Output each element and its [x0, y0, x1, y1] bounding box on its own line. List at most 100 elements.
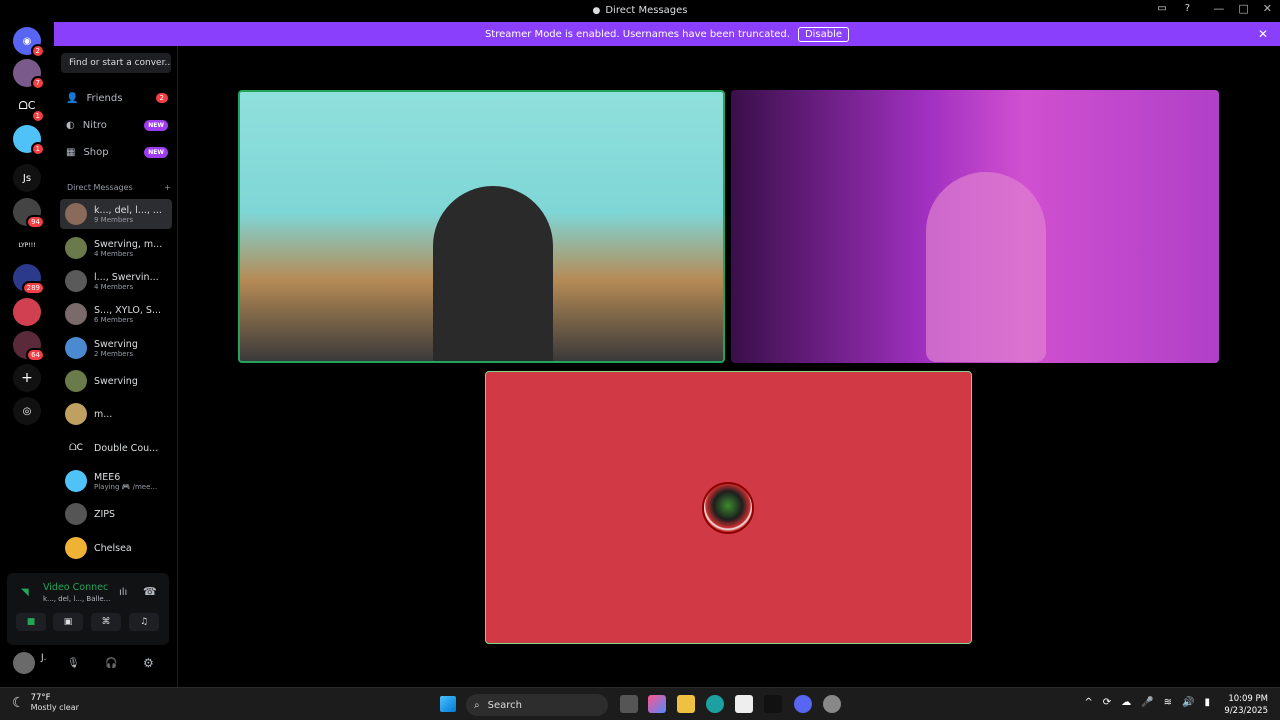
- voice-status[interactable]: Video Connec: [43, 582, 108, 593]
- dm-item[interactable]: ZIPS: [60, 499, 172, 529]
- cloud-icon[interactable]: ☁: [1121, 697, 1131, 708]
- dm-item[interactable]: Chelsea: [60, 533, 172, 563]
- search-icon: ⌕: [474, 699, 480, 711]
- help-icon[interactable]: ?: [1185, 3, 1190, 14]
- battery-icon[interactable]: ▮: [1204, 697, 1210, 708]
- close-banner-icon[interactable]: ✕: [1258, 27, 1268, 41]
- gear-icon[interactable]: ⚙: [143, 656, 154, 670]
- dm-item[interactable]: ᗝC Double Cou...: [60, 433, 172, 463]
- disconnect-icon[interactable]: ☎: [143, 585, 157, 598]
- disable-streamer-button[interactable]: Disable: [797, 26, 850, 42]
- maximize-button[interactable]: □: [1238, 2, 1248, 15]
- server-icon-2[interactable]: ᗝC 1: [13, 92, 45, 123]
- user-name[interactable]: J.: [41, 653, 47, 663]
- dm-name: k..., del, l..., ...: [94, 204, 162, 216]
- mic-tray-icon[interactable]: 🎤: [1141, 697, 1153, 708]
- server-icon-3[interactable]: 1: [13, 125, 45, 156]
- settings-taskbar-icon[interactable]: [823, 695, 841, 713]
- dm-section-header: Direct Messages +: [67, 183, 171, 192]
- file-explorer-icon[interactable]: [677, 695, 695, 713]
- camera-button[interactable]: ■: [16, 613, 46, 631]
- discover-button[interactable]: ◎: [13, 397, 41, 425]
- server-icon-5[interactable]: 94: [13, 198, 45, 229]
- server-icon-8[interactable]: [13, 298, 41, 326]
- soundboard-button[interactable]: ♫: [129, 613, 159, 631]
- home-button[interactable]: ◉ 2: [13, 27, 45, 58]
- window-title-text: Direct Messages: [605, 5, 688, 16]
- server-icon-1[interactable]: 7: [13, 59, 45, 90]
- video-tile[interactable]: [485, 371, 972, 644]
- discord-taskbar-icon[interactable]: [794, 695, 812, 713]
- dm-sub: 6 Members: [94, 315, 134, 324]
- weather-icon: ☾: [12, 694, 25, 711]
- server-icon-js[interactable]: Js: [13, 164, 41, 192]
- wifi-icon[interactable]: ≋: [1164, 697, 1172, 708]
- server-badge: 1: [30, 109, 45, 123]
- taskbar-clock[interactable]: 10:09 PM 9/23/2025: [1224, 693, 1268, 717]
- dm-item[interactable]: l..., Swervin... 4 Members: [60, 266, 172, 296]
- dm-item[interactable]: k..., del, l..., ... 9 Members: [60, 199, 172, 229]
- start-button[interactable]: [440, 696, 456, 712]
- task-view-icon[interactable]: [620, 695, 638, 713]
- streamer-mode-banner: Streamer Mode is enabled. Usernames have…: [54, 22, 1280, 46]
- dm-name: ZIPS: [94, 508, 116, 520]
- participant-video: [926, 171, 1047, 362]
- server-icon-9[interactable]: 64: [13, 331, 45, 362]
- dm-item[interactable]: MEE6 Playing 🎮 /mee...: [60, 466, 172, 496]
- dm-item[interactable]: Swerving, m... 4 Members: [60, 233, 172, 263]
- avatar[interactable]: [13, 652, 35, 674]
- dm-item[interactable]: Swerving 2 Members: [60, 333, 172, 363]
- headphones-icon[interactable]: 🎧: [105, 658, 117, 669]
- taskbar-search[interactable]: ⌕ Search: [466, 694, 608, 716]
- dm-item[interactable]: m...: [60, 399, 172, 429]
- shop-icon: ▦: [66, 146, 76, 158]
- dm-name: Swerving: [94, 375, 138, 387]
- user-panel: J. 🎙 🎧 ⚙: [7, 648, 169, 678]
- new-tag: NEW: [144, 119, 168, 131]
- add-server-button[interactable]: +: [13, 364, 41, 392]
- window-title: ● Direct Messages: [592, 5, 687, 16]
- weather-widget[interactable]: ☾ 77°F Mostly clear: [12, 693, 79, 712]
- volume-icon[interactable]: 🔊: [1182, 697, 1194, 708]
- close-window-button[interactable]: ✕: [1263, 2, 1272, 15]
- video-tile[interactable]: [731, 90, 1219, 363]
- minimize-button[interactable]: —: [1213, 2, 1224, 15]
- dm-name: Swerving, m...: [94, 238, 163, 250]
- participant-avatar: [702, 482, 754, 534]
- microphone-icon[interactable]: 🎙: [67, 658, 80, 669]
- dm-item[interactable]: Swerving: [60, 366, 172, 396]
- sync-icon[interactable]: ⟳: [1103, 697, 1111, 708]
- tiktok-icon[interactable]: [764, 695, 782, 713]
- copilot-icon[interactable]: [648, 695, 666, 713]
- server-badge: 7: [30, 76, 45, 90]
- nav-shop[interactable]: ▦ Shop NEW: [60, 140, 172, 164]
- activity-button[interactable]: ⌘: [91, 613, 121, 631]
- nav-nitro[interactable]: ◐ Nitro NEW: [60, 113, 172, 137]
- weather-temp: 77°F: [30, 693, 51, 703]
- avatar: [65, 303, 87, 325]
- store-icon[interactable]: [735, 695, 753, 713]
- screen-share-icon: ▣: [63, 617, 73, 627]
- server-badge: 289: [21, 281, 45, 295]
- server-icon-7[interactable]: 289: [13, 264, 45, 295]
- video-tile[interactable]: [238, 90, 725, 363]
- screen-share-button[interactable]: ▣: [53, 613, 83, 631]
- server-icon-lyp[interactable]: LYP!!!: [13, 231, 41, 259]
- noise-suppression-icon[interactable]: ılı: [119, 587, 127, 598]
- dm-item[interactable]: S..., XYLO, S... 6 Members: [60, 299, 172, 329]
- inbox-icon[interactable]: ▭: [1157, 3, 1166, 14]
- voice-connection-panel: ◥ Video Connec k..., del, l..., Balle...…: [7, 573, 169, 645]
- conversation-search[interactable]: Find or start a conver...: [61, 53, 171, 73]
- chevron-up-icon[interactable]: ^: [1084, 697, 1092, 708]
- avatar: [65, 237, 87, 259]
- avatar: [65, 370, 87, 392]
- nav-friends[interactable]: 👤 Friends 2: [60, 86, 172, 110]
- server-label: LYP!!!: [18, 241, 36, 249]
- dm-name: m...: [94, 408, 113, 420]
- edge-icon[interactable]: [706, 695, 724, 713]
- friends-icon: 👤: [66, 92, 79, 104]
- add-dm-icon[interactable]: +: [164, 183, 171, 192]
- dm-name: Swerving: [94, 338, 138, 350]
- dm-name: Chelsea: [94, 542, 132, 554]
- server-label: Js: [22, 172, 32, 184]
